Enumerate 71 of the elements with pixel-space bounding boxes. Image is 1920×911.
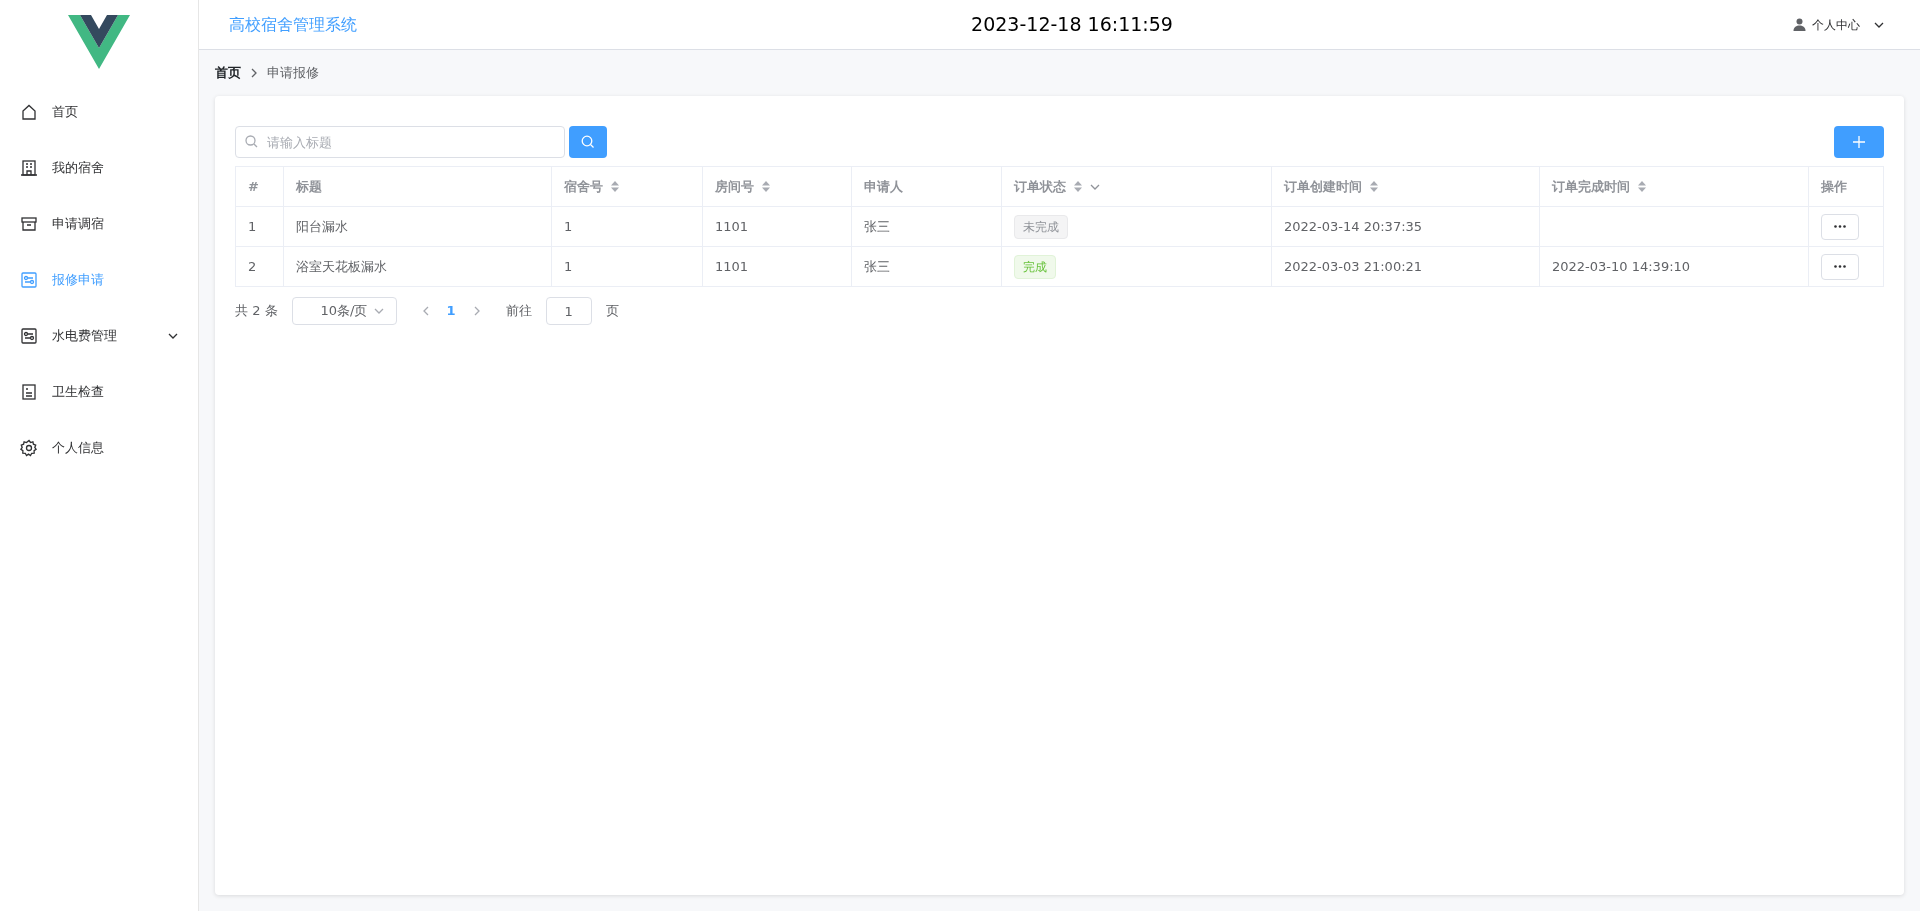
more-button[interactable] [1821, 253, 1859, 280]
building-icon [20, 159, 38, 177]
sort-icon[interactable] [1074, 181, 1082, 192]
sidebar-item[interactable]: 个人信息 [0, 420, 198, 476]
column-label: 订单创建时间 [1284, 177, 1362, 196]
page-input[interactable]: 1 [545, 297, 592, 325]
sidebar-item[interactable]: 卫生检查 [0, 364, 198, 420]
table-cell: 2 [248, 258, 257, 274]
home-icon [20, 103, 38, 121]
status-tag: 未完成 [1014, 214, 1068, 239]
sort-icon[interactable] [1370, 181, 1378, 192]
sidebar-item[interactable]: 首页 [0, 84, 198, 140]
chevron-down-icon[interactable] [1090, 183, 1100, 190]
user-menu[interactable]: 个人中心 [1787, 14, 1890, 35]
more-icon [1834, 225, 1846, 228]
search-icon [581, 135, 595, 149]
status-tag: 完成 [1014, 254, 1056, 279]
plus-icon [1852, 135, 1866, 149]
chevron-down-icon [373, 308, 384, 314]
table-cell: 张三 [864, 218, 890, 234]
more-button[interactable] [1821, 213, 1859, 240]
user-icon [1793, 18, 1806, 31]
settings-icon [20, 439, 38, 457]
table-cell: 1 [564, 218, 573, 234]
goto-suffix: 页 [605, 302, 619, 321]
column-label: 标题 [296, 177, 322, 196]
chevron-right-icon [473, 306, 480, 316]
column-label: 宿舍号 [564, 177, 603, 196]
column-label: 房间号 [715, 177, 754, 196]
sort-icon[interactable] [762, 181, 770, 192]
search-button[interactable] [569, 126, 607, 158]
table-cell: 张三 [864, 258, 890, 274]
document-icon [20, 383, 38, 401]
column-label: 操作 [1821, 177, 1847, 196]
clock-text: 2023-12-18 16:11:59 [971, 12, 1173, 38]
table-cell: 阳台漏水 [296, 218, 348, 234]
app-title: 高校宿舍管理系统 [229, 13, 357, 36]
archive-icon [20, 215, 38, 233]
form-icon [20, 271, 38, 289]
chevron-down-icon [1874, 21, 1884, 28]
table-cell: 2022-03-10 14:39:10 [1552, 258, 1691, 274]
table-cell: 1 [248, 218, 257, 234]
chevron-right-icon [251, 68, 257, 78]
sidebar-item[interactable]: 我的宿舍 [0, 140, 198, 196]
table-cell: 1101 [715, 258, 749, 274]
sidebar-item[interactable]: 水电费管理 [0, 308, 198, 364]
table-cell: 2022-03-03 21:00:21 [1284, 258, 1423, 274]
chevron-left-icon [422, 306, 429, 316]
breadcrumb-item: 申请报修 [267, 64, 319, 83]
page-size-select[interactable]: 10条/页 [291, 297, 397, 325]
sort-icon[interactable] [611, 181, 619, 192]
add-button[interactable] [1834, 126, 1884, 158]
sort-icon[interactable] [1638, 181, 1646, 192]
column-label: # [248, 177, 259, 196]
table-cell: 1 [564, 258, 573, 274]
breadcrumb-item[interactable]: 首页 [215, 63, 241, 83]
search-field[interactable]: 请输入标题 [235, 126, 565, 158]
goto-label: 前往 [505, 302, 532, 321]
column-label: 订单状态 [1014, 177, 1066, 196]
sidebar-item[interactable]: 申请调宿 [0, 196, 198, 252]
table-cell: 浴室天花板漏水 [296, 258, 387, 274]
more-icon [1834, 265, 1846, 268]
total-count: 共 2 条 [235, 302, 278, 321]
logo-icon [68, 15, 130, 69]
table-cell: 2022-03-14 20:37:35 [1284, 218, 1423, 234]
column-label: 申请人 [864, 177, 903, 196]
chevron-down-icon [168, 333, 178, 339]
search-icon [245, 135, 258, 148]
table-cell: 1101 [715, 218, 749, 234]
form-icon [20, 327, 38, 345]
column-label: 订单完成时间 [1552, 177, 1630, 196]
